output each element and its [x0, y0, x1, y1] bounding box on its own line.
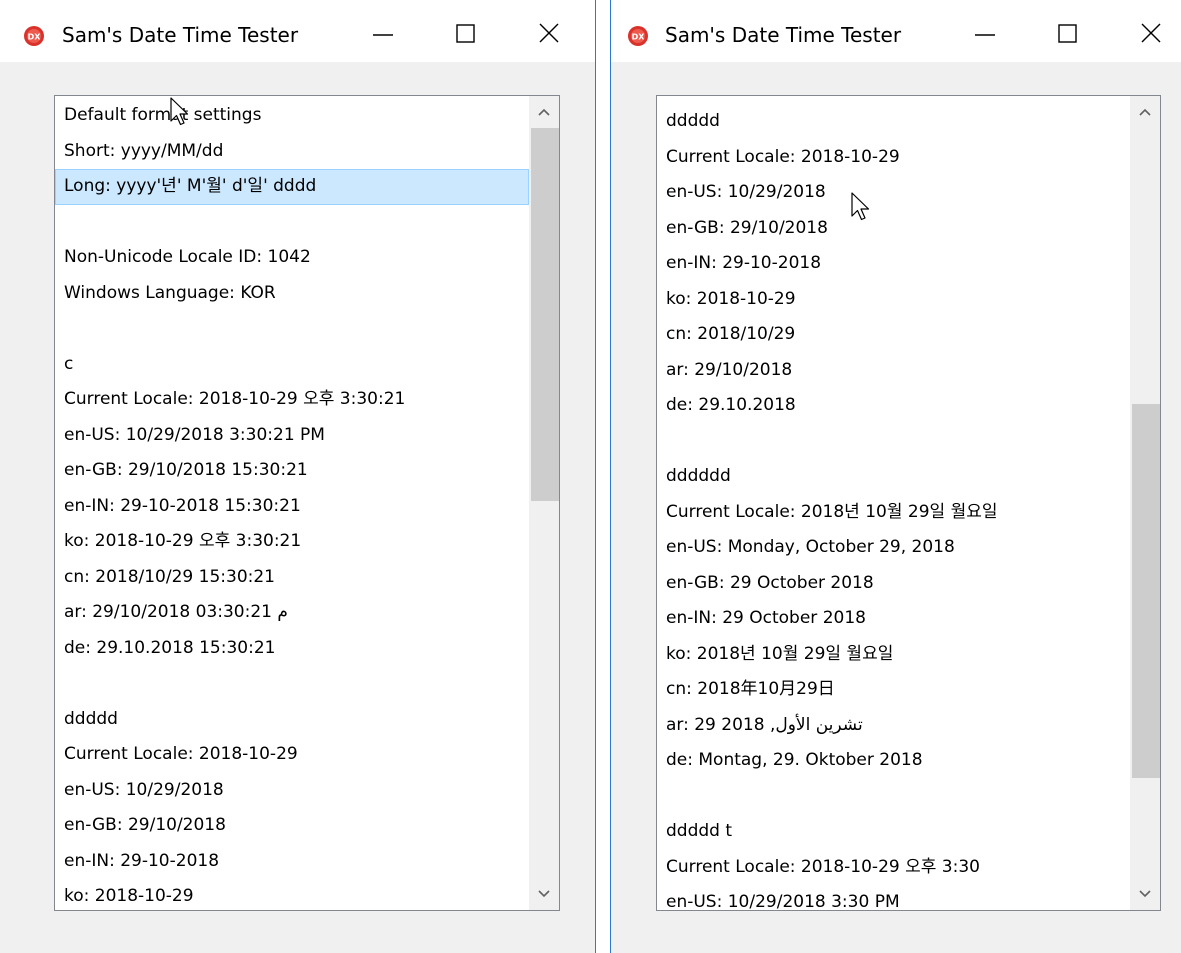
- list-item[interactable]: [55, 311, 529, 347]
- format-listbox[interactable]: ddddd Current Locale: 2018-10-29 en-US: …: [656, 95, 1161, 911]
- list-item[interactable]: [657, 779, 1130, 815]
- list-item[interactable]: c: [55, 347, 529, 383]
- title-bar[interactable]: DX Sam's Date Time Tester: [0, 0, 595, 62]
- list-item[interactable]: en-US: 10/29/2018: [55, 773, 529, 809]
- scroll-up-button[interactable]: [1130, 96, 1160, 128]
- list-items: ddddd Current Locale: 2018-10-29 en-US: …: [657, 104, 1130, 910]
- list-item[interactable]: ar: 29/10/2018 03:30:21 م: [55, 595, 529, 631]
- minimize-icon: [373, 34, 393, 36]
- list-item[interactable]: Current Locale: 2018-10-29 오후 3:30: [657, 850, 1130, 886]
- list-item[interactable]: ddddd t: [657, 814, 1130, 850]
- scroll-down-button[interactable]: [1130, 878, 1160, 910]
- vertical-scrollbar[interactable]: [1130, 96, 1160, 910]
- close-icon: [1141, 23, 1161, 43]
- list-item[interactable]: Short: yyyy/MM/dd: [55, 134, 529, 170]
- window-right: DX Sam's Date Time Tester ddddd Current …: [610, 0, 1181, 953]
- list-item[interactable]: ko: 2018-10-29: [55, 879, 529, 910]
- window-title: Sam's Date Time Tester: [62, 23, 299, 47]
- format-listbox[interactable]: Default format settings Short: yyyy/MM/d…: [54, 95, 560, 911]
- list-item[interactable]: ko: 2018-10-29 오후 3:30:21: [55, 524, 529, 560]
- chevron-down-icon: [538, 890, 550, 898]
- list-item[interactable]: ar: 29/10/2018: [657, 353, 1130, 389]
- minimize-button[interactable]: [367, 18, 397, 50]
- maximize-button[interactable]: [451, 18, 481, 50]
- window-left: DX Sam's Date Time Tester Default format…: [0, 0, 596, 953]
- maximize-icon: [1058, 24, 1077, 43]
- scroll-thumb[interactable]: [531, 128, 559, 501]
- maximize-icon: [456, 24, 475, 43]
- list-item[interactable]: [55, 666, 529, 702]
- list-item[interactable]: Windows Language: KOR: [55, 276, 529, 312]
- list-item[interactable]: Current Locale: 2018년 10월 29일 월요일: [657, 495, 1130, 531]
- list-item[interactable]: en-IN: 29-10-2018: [55, 844, 529, 880]
- list-item[interactable]: [657, 424, 1130, 460]
- list-item[interactable]: [55, 205, 529, 241]
- close-button[interactable]: [535, 18, 565, 50]
- list-item[interactable]: Default format settings: [55, 98, 529, 134]
- window-title: Sam's Date Time Tester: [665, 23, 902, 47]
- list-item[interactable]: ko: 2018년 10월 29일 월요일: [657, 637, 1130, 673]
- scroll-thumb[interactable]: [1132, 404, 1160, 778]
- maximize-button[interactable]: [1053, 18, 1083, 50]
- list-item[interactable]: en-US: 10/29/2018: [657, 175, 1130, 211]
- scroll-down-button[interactable]: [529, 878, 559, 910]
- list-item[interactable]: cn: 2018/10/29: [657, 317, 1130, 353]
- list-item[interactable]: en-GB: 29/10/2018: [657, 211, 1130, 247]
- list-item[interactable]: Non-Unicode Locale ID: 1042: [55, 240, 529, 276]
- list-item[interactable]: ko: 2018-10-29: [657, 282, 1130, 318]
- title-bar[interactable]: DX Sam's Date Time Tester: [611, 0, 1181, 62]
- minimize-icon: [975, 34, 995, 36]
- svg-text:DX: DX: [28, 33, 42, 42]
- list-item[interactable]: Current Locale: 2018-10-29: [55, 737, 529, 773]
- list-item[interactable]: de: 29.10.2018: [657, 388, 1130, 424]
- vertical-scrollbar[interactable]: [529, 96, 559, 910]
- list-item[interactable]: en-IN: 29-10-2018: [657, 246, 1130, 282]
- list-item-selected[interactable]: Long: yyyy'년' M'월' d'일' dddd: [55, 169, 529, 205]
- list-item[interactable]: en-IN: 29-10-2018 15:30:21: [55, 489, 529, 525]
- svg-text:DX: DX: [632, 33, 646, 42]
- list-item[interactable]: Current Locale: 2018-10-29: [657, 140, 1130, 176]
- chevron-down-icon: [1139, 890, 1151, 898]
- close-button[interactable]: [1137, 18, 1167, 50]
- scroll-up-button[interactable]: [529, 96, 559, 128]
- list-item[interactable]: de: Montag, 29. Oktober 2018: [657, 743, 1130, 779]
- list-item[interactable]: ar: 29 تشرين الأول, 2018: [657, 708, 1130, 744]
- list-item[interactable]: en-IN: 29 October 2018: [657, 601, 1130, 637]
- app-icon: DX: [628, 26, 648, 46]
- list-item[interactable]: cn: 2018/10/29 15:30:21: [55, 560, 529, 596]
- close-icon: [539, 23, 559, 43]
- list-item[interactable]: cn: 2018年10月29日: [657, 672, 1130, 708]
- list-item[interactable]: en-GB: 29/10/2018: [55, 808, 529, 844]
- list-item[interactable]: dddddd: [657, 459, 1130, 495]
- list-item[interactable]: de: 29.10.2018 15:30:21: [55, 631, 529, 667]
- list-item[interactable]: en-US: 10/29/2018 3:30 PM: [657, 885, 1130, 910]
- minimize-button[interactable]: [969, 18, 999, 50]
- chevron-up-icon: [1139, 108, 1151, 116]
- list-item[interactable]: Current Locale: 2018-10-29 오후 3:30:21: [55, 382, 529, 418]
- app-icon: DX: [24, 26, 44, 46]
- chevron-up-icon: [538, 108, 550, 116]
- list-item[interactable]: ddddd: [55, 702, 529, 738]
- list-item[interactable]: en-GB: 29/10/2018 15:30:21: [55, 453, 529, 489]
- list-item[interactable]: en-US: Monday, October 29, 2018: [657, 530, 1130, 566]
- list-items: Default format settings Short: yyyy/MM/d…: [55, 98, 529, 910]
- list-item[interactable]: en-GB: 29 October 2018: [657, 566, 1130, 602]
- list-item[interactable]: ddddd: [657, 104, 1130, 140]
- list-item[interactable]: en-US: 10/29/2018 3:30:21 PM: [55, 418, 529, 454]
